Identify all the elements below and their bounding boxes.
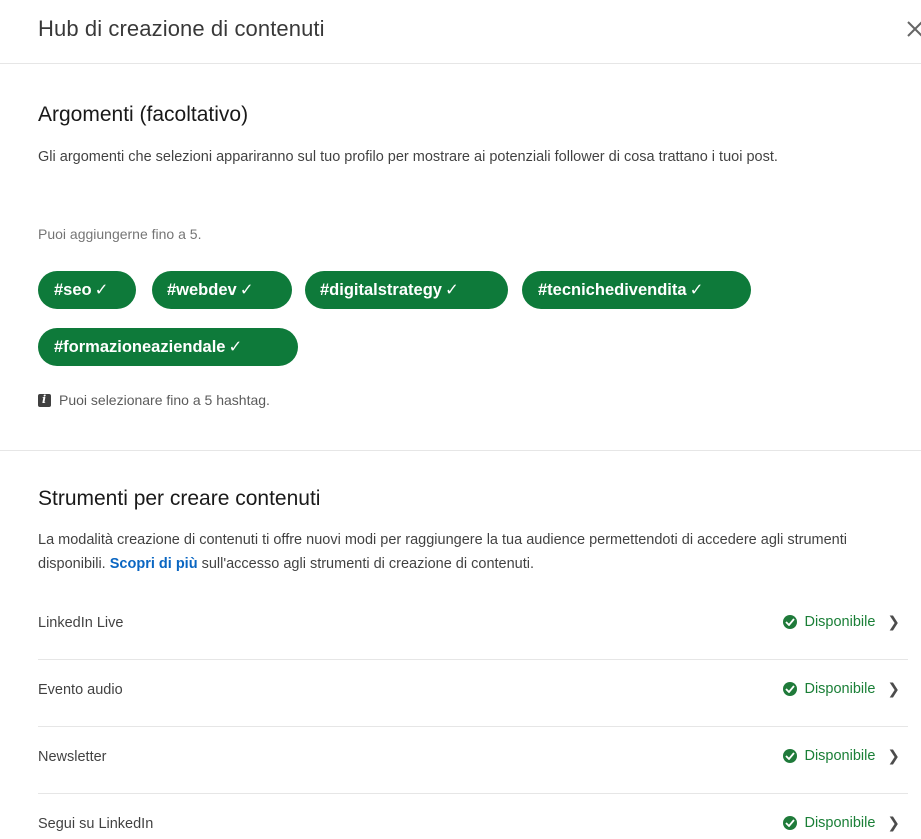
- tool-row-linkedin-live[interactable]: LinkedIn Live Disponibile ❯: [38, 593, 908, 659]
- learn-more-link[interactable]: Scopri di più: [110, 556, 198, 572]
- tool-name: Segui su LinkedIn: [38, 816, 154, 832]
- topic-tag-label: #seo: [54, 281, 92, 299]
- check-icon: ✓: [94, 281, 109, 299]
- check-circle-icon: [783, 816, 798, 830]
- topic-tag-formazioneaziendale[interactable]: #formazioneaziendale ✓: [38, 328, 298, 366]
- tool-row-segui-su-linkedin[interactable]: Segui su LinkedIn Disponibile ❯: [38, 794, 908, 839]
- topic-tag-label: #tecnichedivendita: [538, 281, 687, 299]
- info-icon: [38, 393, 51, 407]
- tool-row-newsletter[interactable]: Newsletter Disponibile ❯: [38, 727, 908, 793]
- hashtag-info-text: Puoi selezionare fino a 5 hashtag.: [59, 392, 270, 408]
- chevron-right-icon: ❯: [887, 815, 900, 832]
- check-icon: ✓: [689, 281, 704, 299]
- topics-description: Gli argomenti che selezioni appariranno …: [38, 149, 778, 165]
- status-available: Disponibile ❯: [783, 680, 900, 698]
- topic-tag-label: #digitalstrategy: [320, 281, 442, 299]
- topic-tag-seo[interactable]: #seo ✓: [38, 271, 136, 309]
- status-label: Disponibile: [804, 748, 876, 764]
- tools-description-text-end: sull'accesso agli strumenti di creazione…: [201, 556, 535, 572]
- tool-name: Newsletter: [38, 749, 107, 765]
- modal-header: Hub di creazione di contenuti: [0, 0, 921, 64]
- chevron-right-icon: ❯: [887, 748, 900, 765]
- check-icon: ✓: [239, 281, 254, 299]
- hashtag-info-note: Puoi selezionare fino a 5 hashtag.: [38, 392, 270, 408]
- check-icon: ✓: [444, 281, 459, 299]
- topic-tag-webdev[interactable]: #webdev ✓: [152, 271, 292, 309]
- section-divider: [0, 450, 921, 451]
- status-label: Disponibile: [804, 681, 876, 697]
- topics-title: Argomenti (facoltativo): [38, 103, 249, 126]
- topic-tag-tecnichedivendita[interactable]: #tecnichedivendita ✓: [522, 271, 751, 309]
- check-circle-icon: [783, 749, 798, 763]
- close-icon: [907, 21, 921, 37]
- chevron-right-icon: ❯: [887, 614, 900, 631]
- tools-description: La modalità creazione di contenuti ti of…: [38, 528, 898, 576]
- tool-name: LinkedIn Live: [38, 615, 124, 631]
- topic-tag-digitalstrategy[interactable]: #digitalstrategy ✓: [305, 271, 508, 309]
- topic-tag-label: #formazioneaziendale: [54, 338, 226, 356]
- tools-title: Strumenti per creare contenuti: [38, 487, 321, 510]
- check-icon: ✓: [228, 338, 243, 356]
- status-available: Disponibile ❯: [783, 747, 900, 765]
- status-available: Disponibile ❯: [783, 814, 900, 832]
- check-circle-icon: [783, 615, 798, 629]
- tool-name: Evento audio: [38, 682, 123, 698]
- topic-tag-label: #webdev: [167, 281, 237, 299]
- close-button[interactable]: [902, 14, 921, 44]
- check-circle-icon: [783, 682, 798, 696]
- chevron-right-icon: ❯: [887, 681, 900, 698]
- status-available: Disponibile ❯: [783, 613, 900, 631]
- status-label: Disponibile: [804, 614, 876, 630]
- status-label: Disponibile: [804, 815, 876, 831]
- tool-row-evento-audio[interactable]: Evento audio Disponibile ❯: [38, 660, 908, 726]
- topics-limit-hint: Puoi aggiungerne fino a 5.: [38, 226, 202, 242]
- modal-title: Hub di creazione di contenuti: [38, 16, 325, 41]
